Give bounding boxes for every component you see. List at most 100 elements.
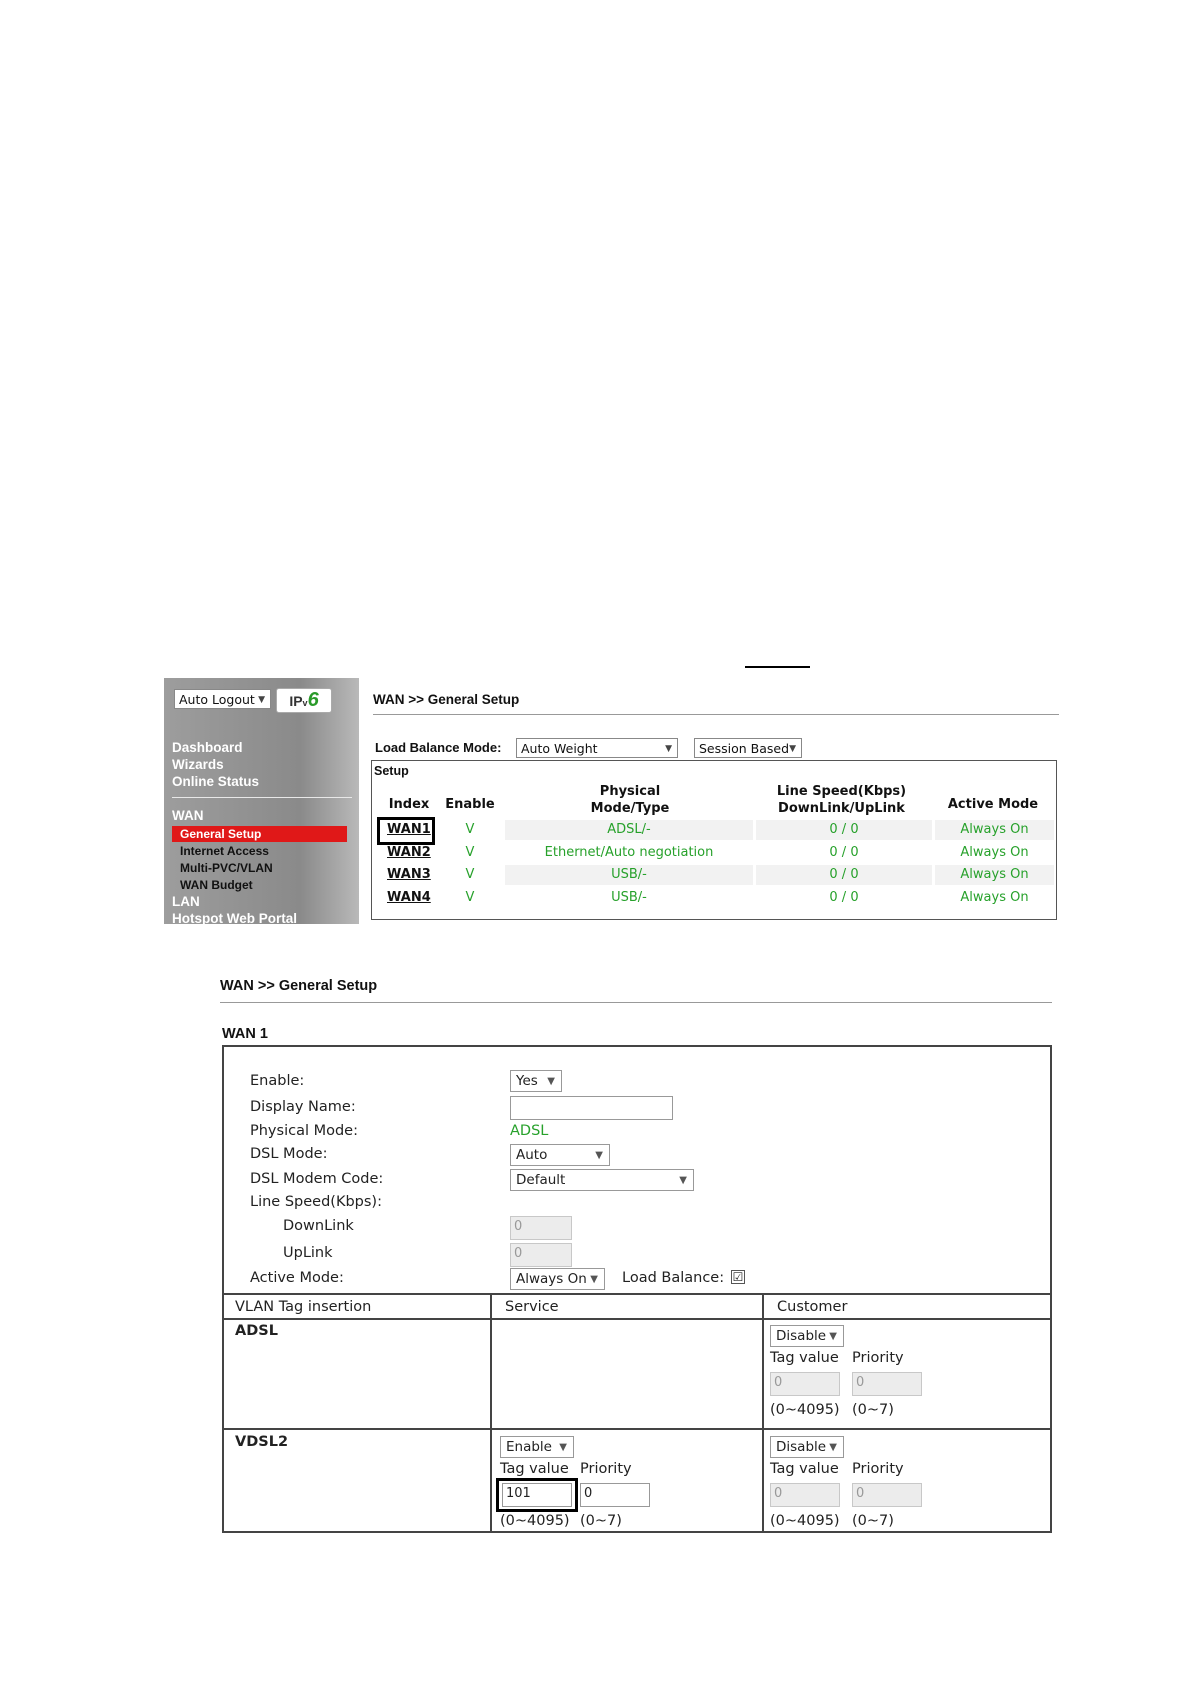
col-speed-2: DownLink/UpLink bbox=[778, 801, 905, 816]
col-physical-1: Physical bbox=[599, 784, 661, 799]
frame-bottom bbox=[222, 1531, 1052, 1533]
wan3-link[interactable]: WAN3 bbox=[387, 865, 431, 885]
vlan-rule-top bbox=[222, 1293, 1052, 1295]
vdsl2-customer-select[interactable]: Disable ▼ bbox=[770, 1436, 844, 1458]
table-cell: Always On bbox=[960, 867, 1029, 882]
load-balance-label: Load Balance Mode: bbox=[375, 740, 502, 755]
top-rule bbox=[745, 666, 810, 668]
vlan-col-service: Service bbox=[505, 1299, 559, 1315]
dsl-modem-code-select[interactable]: Default ▼ bbox=[510, 1169, 694, 1191]
dsl-mode-select[interactable]: Auto ▼ bbox=[510, 1144, 610, 1166]
vdsl2-customer-tag-range: (0~4095) bbox=[770, 1513, 840, 1529]
ipv6-six-text: 6 bbox=[307, 689, 319, 711]
table-cell: V bbox=[465, 845, 475, 860]
nav-multi-pvc-vlan[interactable]: Multi-PVC/VLAN bbox=[180, 861, 273, 875]
nav-general-setup[interactable]: General Setup bbox=[172, 826, 347, 842]
vdsl2-customer-tag-input[interactable]: 0 bbox=[770, 1483, 840, 1507]
dsl-modem-code-label: DSL Modem Code: bbox=[250, 1171, 384, 1187]
nav-wan[interactable]: WAN bbox=[172, 808, 204, 823]
nav-online-status[interactable]: Online Status bbox=[172, 774, 259, 789]
vdsl2-service-select[interactable]: Enable ▼ bbox=[500, 1436, 574, 1458]
table-cell: V bbox=[465, 867, 475, 882]
chevron-down-icon: ▼ bbox=[590, 1274, 598, 1285]
active-mode-value: Always On bbox=[516, 1271, 587, 1287]
nav-hotspot-web-portal[interactable]: Hotspot Web Portal bbox=[172, 911, 297, 926]
dsl-mode-label: DSL Mode: bbox=[250, 1146, 328, 1162]
vlan-rule-mid bbox=[222, 1428, 1052, 1430]
table-cell: 0 / 0 bbox=[829, 845, 859, 860]
wan2-link[interactable]: WAN2 bbox=[387, 843, 431, 863]
chevron-down-icon: ▼ bbox=[665, 744, 672, 754]
col-enable: Enable bbox=[445, 797, 495, 812]
vdsl2-service-priority-range: (0~7) bbox=[580, 1513, 622, 1529]
load-balance-mode-value: Auto Weight bbox=[521, 741, 598, 756]
vdsl2-customer-priority-label: Priority bbox=[852, 1461, 904, 1477]
table-cell: 0 / 0 bbox=[829, 867, 859, 882]
chevron-down-icon: ▼ bbox=[547, 1076, 555, 1087]
col-speed-1: Line Speed(Kbps) bbox=[776, 784, 907, 799]
uplink-label: UpLink bbox=[283, 1245, 333, 1261]
adsl-customer-tag-input[interactable]: 0 bbox=[770, 1372, 840, 1396]
vdsl2-service-priority-input[interactable]: 0 bbox=[580, 1483, 650, 1507]
table-cell: 0 / 0 bbox=[829, 890, 859, 905]
table-cell: USB/- bbox=[611, 867, 647, 882]
nav-wizards[interactable]: Wizards bbox=[172, 757, 224, 772]
dsl-modem-code-value: Default bbox=[516, 1172, 566, 1188]
vdsl2-service-priority-label: Priority bbox=[580, 1461, 632, 1477]
load-balance-checkbox[interactable]: ☑ bbox=[731, 1270, 745, 1284]
chevron-down-icon: ▼ bbox=[258, 695, 265, 705]
title-rule bbox=[373, 714, 1059, 715]
downlink-label: DownLink bbox=[283, 1218, 354, 1234]
enable-select[interactable]: Yes ▼ bbox=[510, 1070, 562, 1092]
vdsl2-customer-select-value: Disable bbox=[776, 1439, 827, 1455]
load-balance-mode-select[interactable]: Auto Weight ▼ bbox=[516, 738, 678, 758]
session-select[interactable]: Session Based ▼ bbox=[694, 738, 802, 758]
nav-dashboard[interactable]: Dashboard bbox=[172, 740, 243, 755]
downlink-input[interactable]: 0 bbox=[510, 1216, 572, 1240]
chevron-down-icon: ▼ bbox=[829, 1442, 837, 1453]
nav-internet-access[interactable]: Internet Access bbox=[180, 844, 269, 858]
active-mode-select[interactable]: Always On ▼ bbox=[510, 1268, 605, 1290]
adsl-row-label: ADSL bbox=[235, 1323, 278, 1339]
sidebar: Auto Logout ▼ IPv6 Dashboard Wizards Onl… bbox=[164, 678, 359, 926]
vlan-rule-header bbox=[222, 1318, 1052, 1320]
enable-label: Enable: bbox=[250, 1073, 305, 1089]
display-name-label: Display Name: bbox=[250, 1099, 356, 1115]
adsl-customer-tag-label: Tag value bbox=[770, 1350, 839, 1366]
vdsl2-customer-priority-input[interactable]: 0 bbox=[852, 1483, 922, 1507]
highlight-box bbox=[496, 1478, 578, 1512]
auto-logout-select[interactable]: Auto Logout ▼ bbox=[174, 689, 271, 709]
frame-top bbox=[222, 1045, 1052, 1047]
uplink-input[interactable]: 0 bbox=[510, 1243, 572, 1267]
col-physical-2: Mode/Type bbox=[590, 801, 670, 816]
vlan-col-divider bbox=[762, 1293, 764, 1533]
display-name-input[interactable] bbox=[510, 1096, 673, 1120]
frame-left bbox=[222, 1045, 224, 1533]
vdsl2-service-select-value: Enable bbox=[506, 1439, 552, 1455]
chevron-down-icon: ▼ bbox=[829, 1331, 837, 1342]
chevron-down-icon: ▼ bbox=[679, 1175, 687, 1186]
adsl-customer-select[interactable]: Disable ▼ bbox=[770, 1325, 844, 1347]
vlan-col-customer: Customer bbox=[777, 1299, 848, 1315]
table-cell: Always On bbox=[960, 822, 1029, 837]
adsl-customer-tag-range: (0~4095) bbox=[770, 1402, 840, 1418]
adsl-customer-priority-input[interactable]: 0 bbox=[852, 1372, 922, 1396]
ipv6-icon[interactable]: IPv6 bbox=[276, 688, 332, 713]
table-cell: Always On bbox=[960, 890, 1029, 905]
vdsl2-service-tag-label: Tag value bbox=[500, 1461, 569, 1477]
ipv6-ip-text: IP bbox=[289, 693, 303, 709]
adsl-customer-select-value: Disable bbox=[776, 1328, 827, 1344]
nav-lan[interactable]: LAN bbox=[172, 894, 200, 909]
nav-divider bbox=[172, 797, 352, 798]
physical-mode-label: Physical Mode: bbox=[250, 1123, 358, 1139]
auto-logout-value: Auto Logout bbox=[179, 692, 255, 707]
wan4-link[interactable]: WAN4 bbox=[387, 888, 431, 908]
table-cell: Always On bbox=[960, 845, 1029, 860]
vlan-col-tag: VLAN Tag insertion bbox=[235, 1299, 372, 1315]
session-value: Session Based bbox=[699, 741, 790, 756]
adsl-customer-priority-range: (0~7) bbox=[852, 1402, 894, 1418]
enable-value: Yes bbox=[516, 1073, 538, 1089]
col-active: Active Mode bbox=[947, 797, 1039, 812]
nav-wan-budget[interactable]: WAN Budget bbox=[180, 878, 253, 892]
frame-right bbox=[1050, 1045, 1052, 1533]
